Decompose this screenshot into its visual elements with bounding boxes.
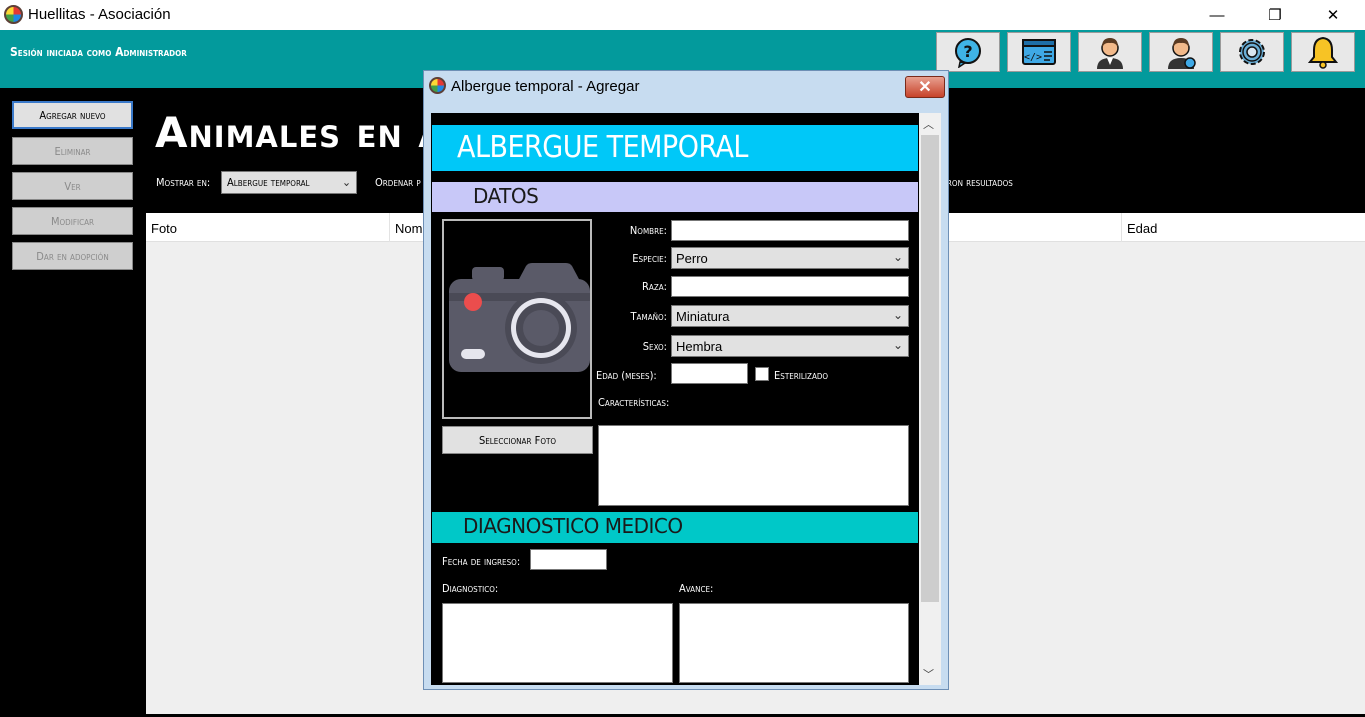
svg-text:</>: </> [1024,52,1042,63]
chevron-down-icon: ⌄ [892,308,903,322]
delete-button[interactable]: Eliminar [12,137,133,165]
code-button[interactable]: </> [1007,32,1071,72]
scrollbar-thumb[interactable] [921,135,939,602]
name-label: Nombre: [629,224,667,237]
progress-field[interactable] [679,603,909,683]
help-button[interactable]: ? [936,32,1000,72]
age-label: Edad (meses): [596,369,657,382]
maximize-button[interactable]: ❐ [1252,0,1298,30]
species-label: Especie: [632,252,667,265]
code-icon: </> [1022,39,1056,65]
window-titlebar [0,0,1365,30]
size-value: Miniatura [676,309,730,324]
add-new-button[interactable]: Agregar nuevo [12,101,133,129]
sex-value: Hembra [676,339,723,354]
session-status: Sesión iniciada como Administrador [10,45,187,59]
dialog-title: Albergue temporal - Agregar [451,78,640,95]
order-by-label: Ordenar p [375,176,421,189]
settings-button[interactable] [1220,32,1284,72]
close-button[interactable]: ✕ [1310,0,1356,30]
user-settings-icon [1168,38,1196,69]
user-settings-button[interactable] [1149,32,1213,72]
banner-title: ALBERGUE TEMPORAL [457,130,748,165]
datos-section-title: DATOS [473,184,539,208]
minimize-button[interactable]: — [1194,0,1240,30]
gear-icon [1239,39,1265,65]
bell-icon [1307,36,1339,69]
chevron-down-icon: ⌄ [892,250,903,264]
show-in-value: Albergue temporal [227,176,310,189]
characteristics-field[interactable] [598,425,909,506]
dialog-logo-icon [429,77,446,94]
species-select[interactable]: Perro ⌄ [671,247,909,269]
scroll-up-icon[interactable]: ︿ [923,116,934,132]
user-icon [1097,38,1123,69]
chevron-down-icon: ⌄ [892,338,903,352]
diagnosis-label: Diagnostico: [442,582,499,595]
name-field[interactable] [671,220,909,241]
species-value: Perro [676,251,708,266]
adopt-button[interactable]: Dar en adopción [12,242,133,270]
progress-label: Avance: [679,582,714,595]
modify-button[interactable]: Modificar [12,207,133,235]
window-title: Huellitas - Asociación [28,6,171,23]
diagnostic-section-title: DIAGNOSTICO MEDICO [463,514,683,538]
size-select[interactable]: Miniatura ⌄ [671,305,909,327]
help-icon: ? [955,38,981,68]
size-label: Tamaño: [630,310,667,323]
sterilized-checkbox[interactable] [755,367,769,381]
chevron-down-icon: ⌄ [341,175,351,189]
notifications-button[interactable] [1291,32,1355,72]
diagnosis-field[interactable] [442,603,673,683]
breed-field[interactable] [671,276,909,297]
sex-select[interactable]: Hembra ⌄ [671,335,909,357]
show-in-label: Mostrar en: [156,176,211,189]
intake-date-field[interactable] [530,549,607,570]
dialog-close-button[interactable]: ✕ [905,76,945,98]
sex-label: Sexo: [642,340,667,353]
svg-text:?: ? [963,42,972,61]
characteristics-label: Características: [598,396,670,409]
column-header-photo[interactable]: Foto [146,213,390,242]
breed-label: Raza: [642,280,667,293]
app-logo-icon [4,5,23,24]
photo-preview [442,219,592,419]
results-label: aron resultados [942,176,1013,189]
sterilized-label: Esterilizado [774,369,829,382]
intake-date-label: Fecha de ingreso: [442,555,521,568]
camera-icon [449,263,590,372]
show-in-select[interactable]: Albergue temporal ⌄ [221,171,357,194]
column-header-age[interactable]: Edad [1121,213,1365,242]
age-field[interactable] [671,363,748,384]
view-button[interactable]: Ver [12,172,133,200]
user-button[interactable] [1078,32,1142,72]
select-photo-button[interactable]: Seleccionar Foto [442,426,593,454]
scroll-down-icon[interactable]: ﹀ [923,666,934,682]
